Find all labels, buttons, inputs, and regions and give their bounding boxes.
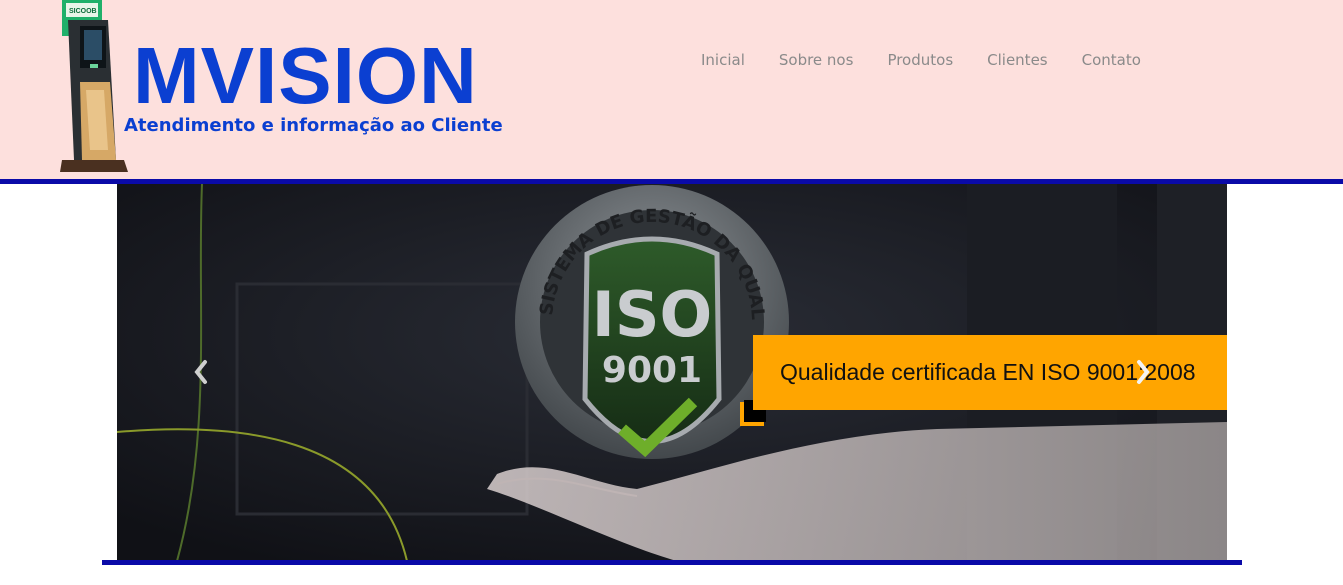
nav-item-contato[interactable]: Contato [1065,50,1158,70]
badge-number-text: 9001 [602,350,702,391]
brand-tagline: Atendimento e informação ao Cliente [124,115,503,136]
kiosk-brand-text: SICOOB [69,8,97,15]
slide-caption: Qualidade certificada EN ISO 9001:2008 [753,335,1227,410]
main-nav: Inicial Sobre nos Produtos Clientes Cont… [684,50,1158,70]
chevron-right-icon[interactable] [1134,358,1152,386]
nav-item-inicial[interactable]: Inicial [684,50,762,70]
nav-item-sobre-nos[interactable]: Sobre nos [762,50,871,70]
chevron-left-icon[interactable] [192,358,210,386]
slider-bottom-divider [102,560,1242,565]
site-header: SICOOB MVISION Atendimento e informação … [0,0,1343,179]
badge-iso-text: ISO [592,278,712,351]
nav-item-clientes[interactable]: Clientes [970,50,1064,70]
nav-item-produtos[interactable]: Produtos [870,50,970,70]
brand-wordmark[interactable]: MVISION [133,36,478,116]
kiosk-logo-image: SICOOB [60,0,128,172]
